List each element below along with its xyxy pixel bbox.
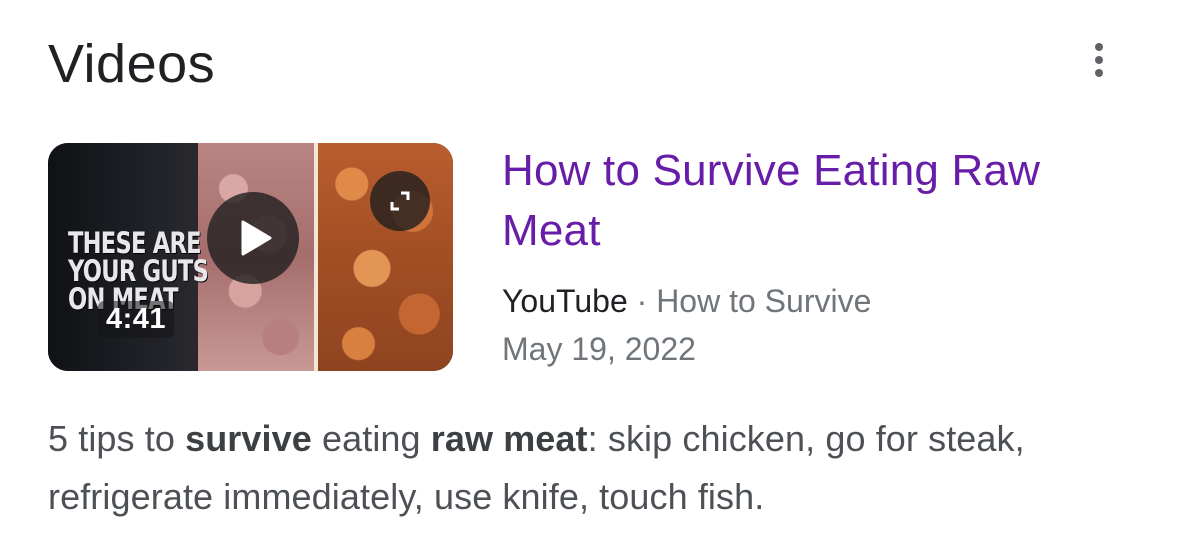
video-source-line: YouTube · How to Survive [502,279,1122,323]
thumbnail-caption-line: THESE ARE [68,226,202,260]
more-options-button[interactable] [1083,38,1115,82]
expand-icon [390,191,410,211]
snippet-highlight: raw meat [430,418,588,459]
video-snippet: 5 tips to survive eating raw meat: skip … [48,410,1138,526]
more-vert-icon [1095,43,1103,77]
play-icon [241,220,272,256]
video-info: How to Survive Eating Raw Meat YouTube ·… [502,143,1122,371]
snippet-text: eating [311,418,431,459]
snippet-highlight: survive [185,418,312,459]
section-title: Videos [48,34,216,94]
videos-header: Videos [48,28,1139,100]
thumbnail-caption-line: YOUR GUTS [68,254,209,288]
video-duration: 4:41 [98,301,175,338]
video-source: YouTube [502,283,628,319]
video-title-link[interactable]: How to Survive Eating Raw Meat [502,141,1122,261]
video-date: May 19, 2022 [502,331,696,367]
expand-button[interactable] [370,171,430,231]
video-thumbnail[interactable]: THESE ARE YOUR GUTS ON MEAT 4:41 [48,143,453,371]
video-result-card: THESE ARE YOUR GUTS ON MEAT 4:41 How to … [48,143,1138,373]
snippet-text: 5 tips to [48,418,186,459]
play-button[interactable] [207,192,299,284]
meta-separator: · [636,283,648,319]
video-channel: How to Survive [656,283,872,319]
